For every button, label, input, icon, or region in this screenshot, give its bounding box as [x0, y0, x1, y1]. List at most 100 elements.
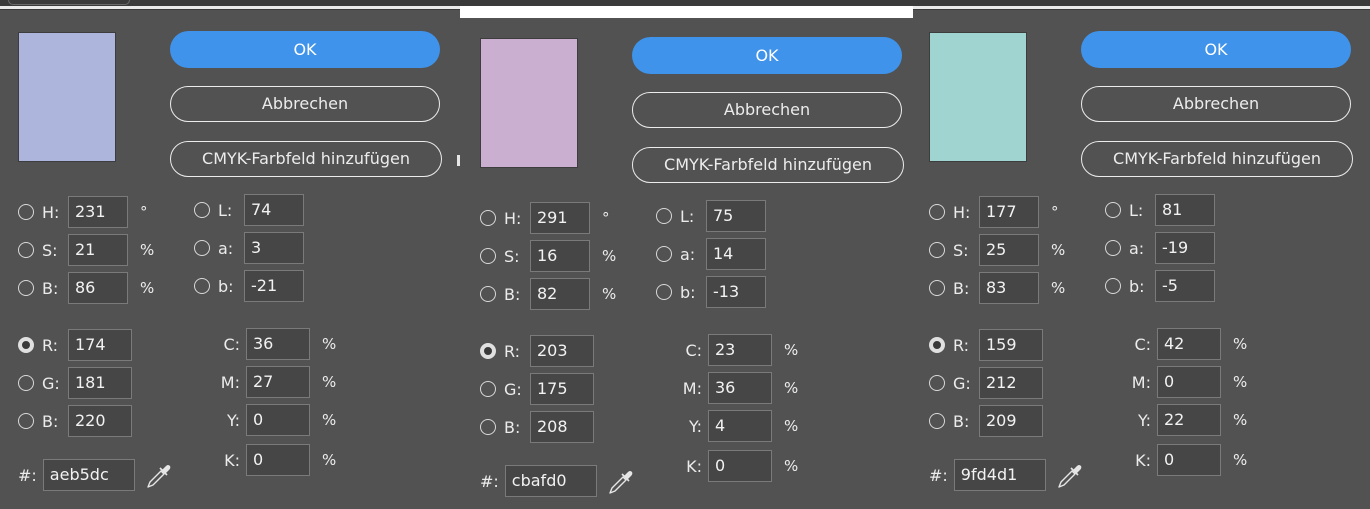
hue-label: H: — [42, 202, 60, 222]
brightness-radio[interactable] — [480, 286, 496, 302]
brightness-field[interactable]: 86 — [68, 272, 128, 304]
red-row: R: 174 — [18, 329, 132, 361]
green-field[interactable]: 181 — [68, 367, 132, 399]
brightness-label: B: — [42, 278, 59, 298]
red-radio[interactable] — [18, 337, 34, 353]
lab-a-radio[interactable] — [194, 240, 210, 256]
blue-field[interactable]: 220 — [68, 405, 132, 437]
eyedropper-icon[interactable] — [607, 466, 633, 496]
green-radio[interactable] — [929, 375, 945, 391]
hue-radio[interactable] — [18, 204, 34, 220]
eyedropper-icon[interactable] — [145, 460, 171, 490]
hue-field[interactable]: 291 — [530, 202, 590, 234]
lab-a-radio[interactable] — [1105, 240, 1121, 256]
cyan-field[interactable]: 42 — [1157, 328, 1221, 360]
hue-field[interactable]: 231 — [68, 196, 128, 228]
saturation-radio[interactable] — [929, 242, 945, 258]
color-preview-swatch — [480, 38, 578, 168]
brightness-radio[interactable] — [929, 280, 945, 296]
lab-b-field[interactable]: -5 — [1155, 270, 1215, 302]
saturation-row: S: 21 % — [18, 234, 156, 266]
hue-radio[interactable] — [929, 204, 945, 220]
red-field[interactable]: 159 — [979, 329, 1043, 361]
blue-field[interactable]: 208 — [530, 411, 594, 443]
hex-field[interactable]: cbafd0 — [504, 465, 597, 497]
yellow-field[interactable]: 0 — [246, 404, 310, 436]
lab-b-label: b: — [218, 276, 234, 296]
cancel-button[interactable]: Abbrechen — [632, 92, 902, 128]
saturation-field[interactable]: 25 — [979, 234, 1039, 266]
lab-a-field[interactable]: 14 — [706, 238, 766, 270]
red-radio[interactable] — [480, 343, 496, 359]
cyan-field[interactable]: 36 — [246, 328, 310, 360]
hue-row: H: 177 ° — [929, 196, 1067, 228]
blue-radio[interactable] — [929, 413, 945, 429]
panel-divider-mark — [457, 155, 460, 166]
saturation-row: S: 16 % — [480, 240, 618, 272]
eyedropper-icon[interactable] — [1056, 460, 1082, 490]
saturation-field[interactable]: 21 — [68, 234, 128, 266]
cyan-field[interactable]: 23 — [708, 334, 772, 366]
lab-a-row: a: 3 — [194, 232, 304, 264]
lab-l-field[interactable]: 75 — [706, 200, 766, 232]
cancel-button[interactable]: Abbrechen — [1081, 86, 1351, 122]
brightness-radio[interactable] — [18, 280, 34, 296]
saturation-field[interactable]: 16 — [530, 240, 590, 272]
lab-b-radio[interactable] — [1105, 278, 1121, 294]
yellow-row: Y: 4 % — [668, 410, 800, 442]
lab-l-radio[interactable] — [1105, 202, 1121, 218]
add-cmyk-swatch-button[interactable]: CMYK-Farbfeld hinzufügen — [632, 147, 904, 183]
lab-a-radio[interactable] — [656, 246, 672, 262]
hue-radio[interactable] — [480, 210, 496, 226]
hex-field[interactable]: aeb5dc — [42, 459, 135, 491]
lab-b-radio[interactable] — [656, 284, 672, 300]
cancel-button[interactable]: Abbrechen — [170, 86, 440, 122]
key-black-field[interactable]: 0 — [708, 450, 772, 482]
lab-l-radio[interactable] — [194, 202, 210, 218]
hue-field[interactable]: 177 — [979, 196, 1039, 228]
key-black-field[interactable]: 0 — [1157, 444, 1221, 476]
key-black-row: K: 0 % — [668, 450, 800, 482]
ok-button[interactable]: OK — [170, 31, 440, 68]
magenta-field[interactable]: 0 — [1157, 366, 1221, 398]
blue-row: B: 220 — [18, 405, 132, 437]
green-radio[interactable] — [18, 375, 34, 391]
ok-button[interactable]: OK — [1081, 31, 1351, 68]
blue-field[interactable]: 209 — [979, 405, 1043, 437]
lab-l-field[interactable]: 74 — [244, 194, 304, 226]
red-field[interactable]: 174 — [68, 329, 132, 361]
key-black-field[interactable]: 0 — [246, 444, 310, 476]
blue-radio[interactable] — [480, 419, 496, 435]
green-field[interactable]: 175 — [530, 373, 594, 405]
brightness-field[interactable]: 83 — [979, 272, 1039, 304]
green-field[interactable]: 212 — [979, 367, 1043, 399]
lab-a-field[interactable]: 3 — [244, 232, 304, 264]
lab-l-field[interactable]: 81 — [1155, 194, 1215, 226]
blue-radio[interactable] — [18, 413, 34, 429]
lab-b-field[interactable]: -21 — [244, 270, 304, 302]
red-radio[interactable] — [929, 337, 945, 353]
brightness-field[interactable]: 82 — [530, 278, 590, 310]
green-radio[interactable] — [480, 381, 496, 397]
saturation-radio[interactable] — [480, 248, 496, 264]
saturation-label: S: — [953, 240, 969, 260]
percent-unit: % — [322, 335, 337, 353]
lab-b-radio[interactable] — [194, 278, 210, 294]
magenta-label: M: — [1131, 372, 1151, 392]
lab-a-field[interactable]: -19 — [1155, 232, 1215, 264]
green-row: G: 175 — [480, 373, 594, 405]
add-cmyk-swatch-button[interactable]: CMYK-Farbfeld hinzufügen — [170, 141, 442, 177]
magenta-field[interactable]: 36 — [708, 372, 772, 404]
add-cmyk-swatch-button[interactable]: CMYK-Farbfeld hinzufügen — [1081, 141, 1353, 177]
ok-button[interactable]: OK — [632, 37, 902, 74]
yellow-field[interactable]: 22 — [1157, 404, 1221, 436]
red-field[interactable]: 203 — [530, 335, 594, 367]
hex-field[interactable]: 9fd4d1 — [953, 459, 1046, 491]
saturation-radio[interactable] — [18, 242, 34, 258]
magenta-field[interactable]: 27 — [246, 366, 310, 398]
lab-l-radio[interactable] — [656, 208, 672, 224]
lab-a-label: a: — [218, 238, 234, 258]
lab-b-field[interactable]: -13 — [706, 276, 766, 308]
yellow-field[interactable]: 4 — [708, 410, 772, 442]
percent-unit: % — [602, 285, 617, 303]
